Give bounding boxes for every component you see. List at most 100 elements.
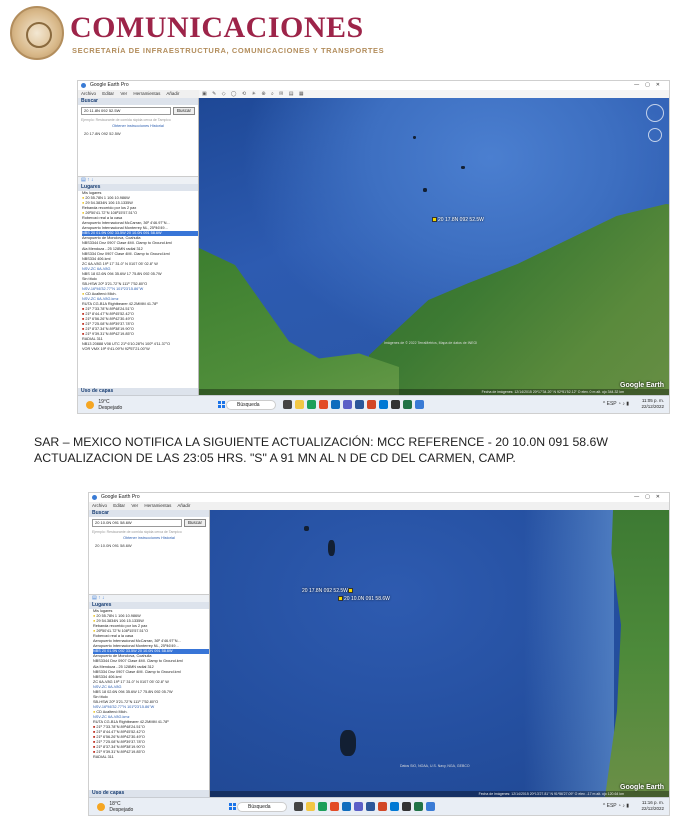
- window-title: Google Earth Pro: [101, 494, 140, 500]
- taskbar-search[interactable]: Búsqueda: [237, 802, 287, 812]
- map-marker-previous[interactable]: 20 17.8N 092 52.5W: [302, 588, 354, 594]
- start-icon[interactable]: [229, 803, 236, 810]
- edge-icon[interactable]: [331, 400, 340, 409]
- terminal-icon[interactable]: [402, 802, 411, 811]
- search-result[interactable]: 20 17.8N 092 52.5W: [78, 129, 198, 138]
- whatsapp-icon[interactable]: [307, 400, 316, 409]
- google-earth-icon: [81, 83, 86, 88]
- campeche-coast: [199, 248, 399, 395]
- reef-island: [423, 188, 427, 192]
- task-view-icon[interactable]: [283, 400, 292, 409]
- yucatan-peninsula: [369, 204, 669, 395]
- edge-icon[interactable]: [342, 802, 351, 811]
- taskbar-search[interactable]: Búsqueda: [226, 400, 276, 410]
- system-tray-icons[interactable]: ^ ESP ◔ ♪ ▮: [603, 803, 629, 809]
- whatsapp-icon[interactable]: [318, 802, 327, 811]
- chrome-icon[interactable]: [330, 802, 339, 811]
- menu-bar: Archivo Editar Ver Herramientas Añadir A…: [89, 502, 209, 516]
- chrome-icon[interactable]: [319, 400, 328, 409]
- map-marker-current[interactable]: 20 10.0N 091 58.6W: [338, 596, 390, 602]
- terminal-icon[interactable]: [391, 400, 400, 409]
- search-input[interactable]: 20 10.0N 091 58.6W: [92, 519, 182, 527]
- google-earth-icon: [92, 495, 97, 500]
- outlook-icon[interactable]: [390, 802, 399, 811]
- search-result[interactable]: 20 10.0N 091 58.6W: [89, 541, 209, 550]
- windows-taskbar: 18°C Despejado Búsqueda ^ ESP ◔ ♪ ▮ 11:16…: [89, 797, 669, 815]
- navigation-control-icon[interactable]: [648, 128, 662, 142]
- map-view[interactable]: 20 17.8N 092 52.5W 20 10.0N 091 58.6W Da…: [210, 510, 669, 797]
- search-button[interactable]: Buscar: [172, 107, 195, 115]
- menu-anadir[interactable]: Añadir: [177, 503, 190, 508]
- weather-widget[interactable]: 18°C Despejado: [97, 801, 133, 813]
- outlook-icon[interactable]: [379, 400, 388, 409]
- caption-line-2: ACTUALIZACION DE LAS 23:05 HRS. "S" A 91…: [34, 451, 516, 465]
- teams-icon[interactable]: [354, 802, 363, 811]
- task-view-icon[interactable]: [294, 802, 303, 811]
- results-blank-area: [89, 550, 209, 594]
- taskbar-apps: [294, 802, 435, 811]
- teams-icon[interactable]: [343, 400, 352, 409]
- excel-icon[interactable]: [414, 802, 423, 811]
- continental-shelf: [524, 510, 614, 797]
- search-row: 20 11.8N 092 52.5W Buscar: [78, 105, 198, 117]
- caption-line-1: SAR – MEXICO NOTIFICA LA SIGUIENTE ACTUA…: [34, 435, 609, 449]
- google-earth-task-icon[interactable]: [415, 400, 424, 409]
- menu-herramientas[interactable]: Herramientas: [144, 503, 171, 508]
- layers-section-header[interactable]: Uso de capas: [89, 790, 209, 797]
- file-explorer-icon[interactable]: [306, 802, 315, 811]
- brand-title: COMUNICACIONES: [70, 11, 364, 44]
- places-section-header[interactable]: Lugares: [89, 602, 209, 609]
- start-icon[interactable]: [218, 401, 225, 408]
- window-controls[interactable]: —▢✕: [634, 493, 666, 502]
- clock[interactable]: 11:16 p. m. 22/12/2022: [641, 800, 664, 812]
- excel-icon[interactable]: [403, 400, 412, 409]
- screenshot-2: Google Earth Pro —▢✕ Archivo Editar Ver …: [88, 492, 670, 816]
- menu-anadir[interactable]: Añadir: [166, 91, 179, 96]
- clock[interactable]: 11:05 p. m. 22/12/2022: [641, 398, 664, 410]
- search-row: 20 10.0N 091 58.6W Buscar: [89, 517, 209, 529]
- menu-herramientas[interactable]: Herramientas: [133, 91, 160, 96]
- place-item[interactable]: VOR VMX 19º 9'41.09"N 92º57'21.00"W: [82, 347, 198, 352]
- window-titlebar: Google Earth Pro —▢✕: [78, 81, 669, 90]
- window-title: Google Earth Pro: [90, 82, 129, 88]
- menu-archivo[interactable]: Archivo: [92, 503, 107, 508]
- panel-tools[interactable]: ▤ ↑ ↓: [89, 594, 209, 602]
- map-marker[interactable]: 20 17.8N 092 52.5W: [432, 217, 484, 223]
- search-input[interactable]: 20 11.8N 092 52.5W: [81, 107, 171, 115]
- google-earth-logo: Google Earth: [620, 382, 664, 389]
- map-credit: Datos SIO, NOAA, U.S. Navy, NGA, GEBCO: [400, 764, 470, 768]
- layers-section-header[interactable]: Uso de capas: [78, 388, 198, 395]
- file-explorer-icon[interactable]: [295, 400, 304, 409]
- brand-subtitle: SECRETARÍA DE INFRAESTRUCTURA, COMUNICAC…: [72, 46, 385, 55]
- panel-tools[interactable]: ▤ ↑ ↓: [78, 176, 198, 184]
- sun-icon: [86, 401, 94, 409]
- powerpoint-icon[interactable]: [378, 802, 387, 811]
- google-earth-task-icon[interactable]: [426, 802, 435, 811]
- menu-ver[interactable]: Ver: [131, 503, 138, 508]
- reef-island: [461, 166, 465, 169]
- menu-editar[interactable]: Editar: [102, 91, 114, 96]
- word-icon[interactable]: [355, 400, 364, 409]
- reef-island: [340, 730, 356, 756]
- header: COMUNICACIONES SECRETARÍA DE INFRAESTRUC…: [10, 6, 690, 60]
- search-section-header[interactable]: Buscar: [89, 510, 209, 517]
- search-button[interactable]: Buscar: [183, 519, 206, 527]
- menu-editar[interactable]: Editar: [113, 503, 125, 508]
- compass-icon[interactable]: [646, 104, 664, 122]
- powerpoint-icon[interactable]: [367, 400, 376, 409]
- window-controls[interactable]: —▢✕: [634, 81, 666, 90]
- places-tree: Mis lugares 20 55.78N 1 106 10.986W 29 5…: [78, 191, 198, 353]
- menu-ver[interactable]: Ver: [120, 91, 127, 96]
- system-tray-icons[interactable]: ^ ESP ◔ ♪ ▮: [603, 401, 629, 407]
- weather-widget[interactable]: 19°C Despejado: [86, 399, 122, 411]
- map-toolbar[interactable]: ▣ ✎ ◇ ◯ ⟲ ☀ ⊕ ⌕ ✉ ▤ ▦: [199, 90, 669, 98]
- menu-bar: Archivo Editar Ver Herramientas Añadir A…: [78, 90, 198, 104]
- map-view[interactable]: 20 17.8N 092 52.5W Imágenes de © 2022 Te…: [199, 98, 669, 395]
- word-icon[interactable]: [366, 802, 375, 811]
- national-seal-logo: [10, 6, 64, 60]
- clock-time: 11:16 p. m.: [641, 800, 664, 805]
- place-item[interactable]: RADIAL 311: [93, 755, 209, 760]
- menu-archivo[interactable]: Archivo: [81, 91, 96, 96]
- search-section-header[interactable]: Buscar: [78, 98, 198, 105]
- places-section-header[interactable]: Lugares: [78, 184, 198, 191]
